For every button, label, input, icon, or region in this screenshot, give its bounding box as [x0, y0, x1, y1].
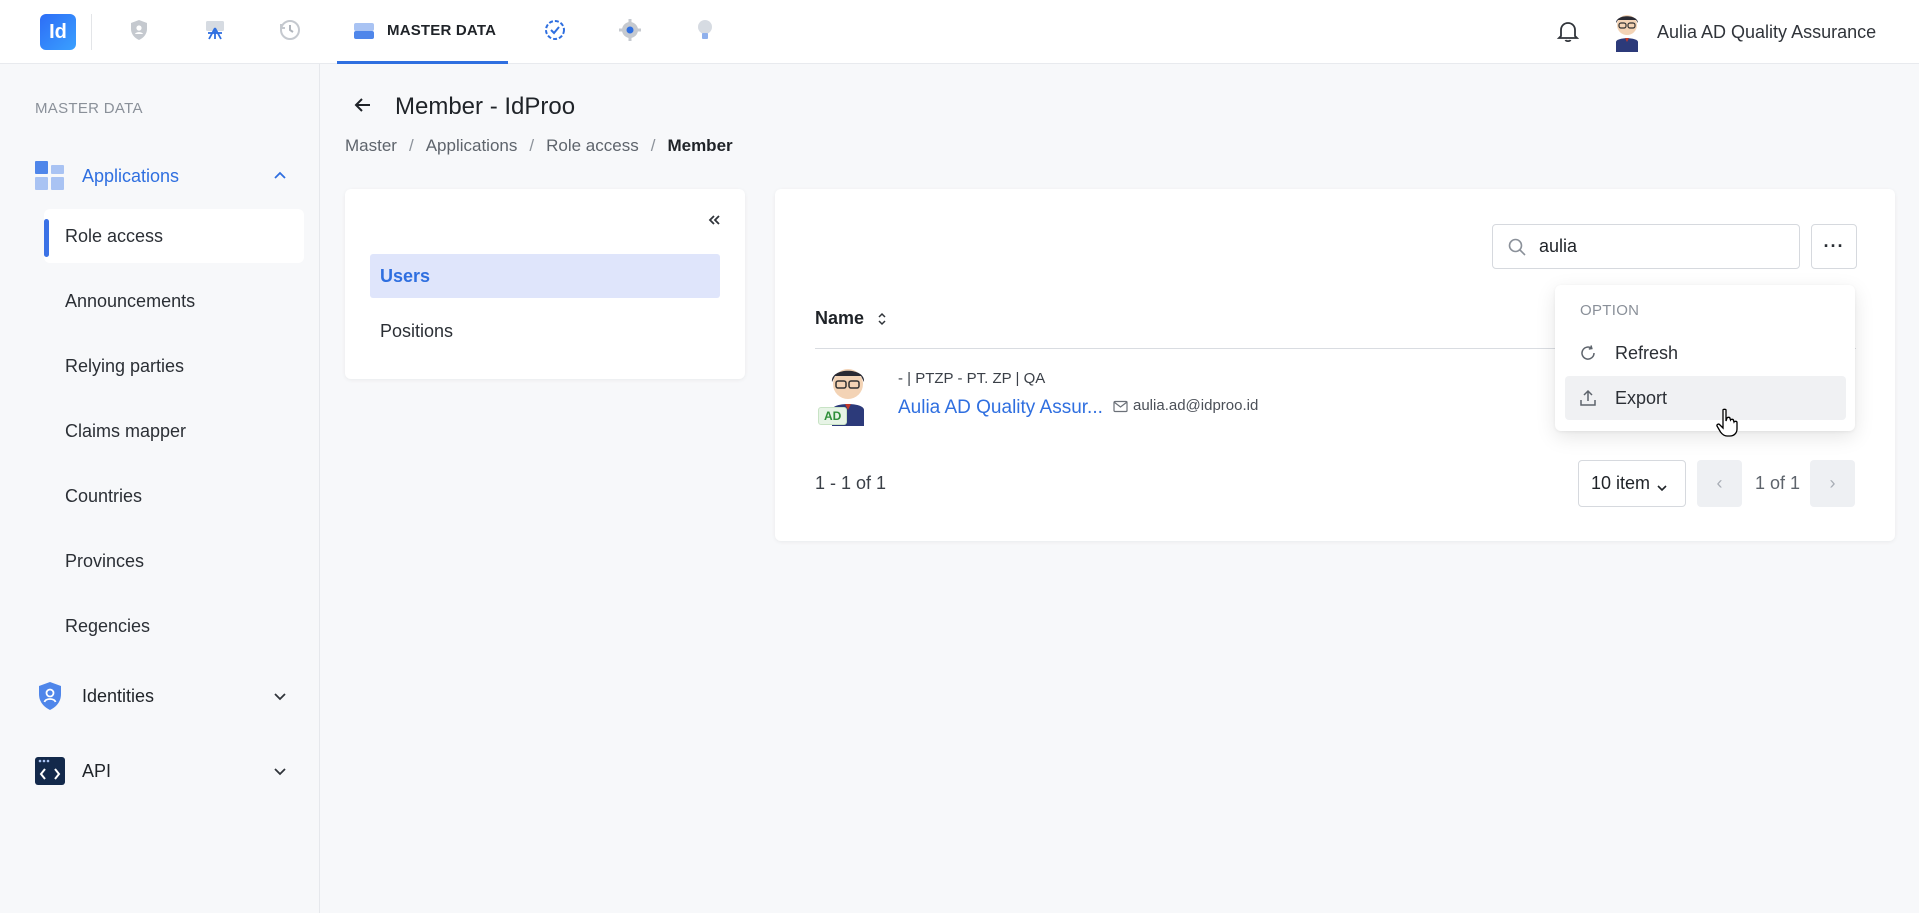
search-icon: [1507, 237, 1527, 257]
dropdown-title: OPTION: [1580, 302, 1640, 319]
dropdown-item-label: Refresh: [1615, 342, 1679, 363]
member-meta: - | PTZP - PT. ZP | QA: [898, 370, 1046, 387]
sidebar-item-label: Announcements: [65, 290, 196, 311]
breadcrumb-link-applications[interactable]: Applications: [426, 136, 518, 156]
pagination-range: 1 - 1 of 1: [815, 473, 887, 493]
refresh-icon: [1579, 344, 1597, 362]
mail-icon: [1113, 400, 1128, 413]
code-window-icon: [34, 755, 66, 787]
sidebar-item-label: Countries: [65, 485, 143, 506]
items-per-page-select[interactable]: 10 item: [1578, 460, 1686, 507]
tab-master-data[interactable]: MASTER DATA: [337, 0, 508, 64]
history-icon[interactable]: [278, 18, 302, 42]
chevron-right-icon: ›: [1829, 473, 1836, 493]
sidebar-group-label: API: [82, 760, 112, 781]
sidebar-item-label: Claims mapper: [65, 420, 187, 441]
sidebar-group-api[interactable]: API: [34, 755, 296, 787]
back-arrow-icon[interactable]: [352, 94, 374, 116]
page-indicator: 1 of 1: [1755, 473, 1801, 493]
sidebar-item-provinces[interactable]: Provinces: [44, 534, 304, 588]
sidebar-heading: MASTER DATA: [35, 100, 143, 117]
user-avatar[interactable]: [1608, 12, 1646, 52]
logo-text: Id: [49, 20, 67, 43]
logo-divider: [91, 14, 92, 50]
search-field[interactable]: [1492, 224, 1800, 269]
dropdown-item-export[interactable]: Export: [1565, 376, 1846, 420]
prev-page-button[interactable]: ‹: [1697, 460, 1742, 507]
breadcrumb-separator: /: [408, 136, 414, 155]
tab-master-data-label: MASTER DATA: [387, 22, 497, 39]
column-header-name[interactable]: Name: [815, 308, 888, 329]
sidebar-group-identities[interactable]: Identities: [34, 680, 296, 712]
hand-pointer-cursor-icon: [1715, 408, 1739, 438]
chevron-down-icon[interactable]: [272, 688, 288, 704]
sidebar-item-label: Role access: [65, 225, 164, 246]
sort-icon[interactable]: [876, 311, 888, 327]
broadcast-icon[interactable]: [203, 18, 227, 42]
sidebar-item-role-access[interactable]: Role access: [44, 209, 304, 263]
items-per-page-value: 10 item: [1591, 473, 1651, 493]
ad-badge: AD: [818, 407, 848, 425]
dropdown-item-refresh[interactable]: Refresh: [1565, 331, 1846, 375]
sidebar-item-label: Regencies: [65, 615, 151, 636]
database-icon: [353, 20, 375, 42]
sidebar-item-regencies[interactable]: Regencies: [44, 599, 304, 653]
breadcrumb-current: Member: [667, 136, 733, 155]
breadcrumb-link-master[interactable]: Master: [345, 136, 397, 156]
sidebar-group-applications[interactable]: Applications: [34, 160, 296, 192]
chevron-up-icon[interactable]: [272, 168, 288, 184]
export-upload-icon: [1579, 389, 1597, 407]
page-title: Member - IdProo: [395, 93, 576, 120]
sidebar-item-relying-parties[interactable]: Relying parties: [44, 339, 304, 393]
sidebar-item-announcements[interactable]: Announcements: [44, 274, 304, 328]
chevron-down-icon[interactable]: [272, 763, 288, 779]
top-navigation-bar: Id MASTER DATA Aulia AD Quality Assuranc…: [0, 0, 1919, 64]
sidebar-item-claims-mapper[interactable]: Claims mapper: [44, 404, 304, 458]
panel-item-positions[interactable]: Positions: [370, 309, 720, 353]
user-name[interactable]: Aulia AD Quality Assurance: [1657, 22, 1876, 43]
breadcrumb: Master / Applications / Role access / Me…: [345, 136, 733, 156]
sidebar-group-label: Identities: [82, 685, 155, 706]
lightbulb-icon[interactable]: [693, 18, 717, 42]
sidebar-item-countries[interactable]: Countries: [44, 469, 304, 523]
sidebar-item-label: Provinces: [65, 550, 145, 571]
shield-icon[interactable]: [127, 18, 151, 42]
ellipsis-icon: ···: [1823, 236, 1845, 256]
settings-icon[interactable]: [618, 18, 642, 42]
breadcrumb-separator: /: [650, 136, 656, 155]
sidebar-item-label: Relying parties: [65, 355, 185, 376]
grid-apps-icon: [34, 160, 66, 192]
panel-item-label: Positions: [380, 320, 454, 341]
notification-bell-icon[interactable]: [1555, 18, 1581, 44]
verified-badge-icon[interactable]: [543, 18, 567, 42]
member-name-link[interactable]: Aulia AD Quality Assur...: [898, 397, 1103, 419]
chevron-down-icon: [1656, 478, 1668, 491]
column-header-label: Name: [815, 308, 865, 328]
app-logo[interactable]: Id: [40, 14, 76, 50]
identity-shield-icon: [34, 680, 66, 712]
breadcrumb-separator: /: [529, 136, 535, 155]
dropdown-item-label: Export: [1615, 387, 1668, 408]
panel-item-label: Users: [380, 265, 431, 286]
collapse-double-chevron-icon[interactable]: [706, 212, 722, 228]
chevron-left-icon: ‹: [1716, 473, 1723, 493]
next-page-button[interactable]: ›: [1810, 460, 1855, 507]
sidebar-group-label: Applications: [82, 165, 180, 186]
member-email: aulia.ad@idproo.id: [1133, 397, 1259, 414]
more-options-button[interactable]: ···: [1811, 224, 1857, 269]
search-input[interactable]: [1539, 236, 1789, 257]
breadcrumb-link-role-access[interactable]: Role access: [546, 136, 639, 156]
panel-item-users[interactable]: Users: [370, 254, 720, 298]
